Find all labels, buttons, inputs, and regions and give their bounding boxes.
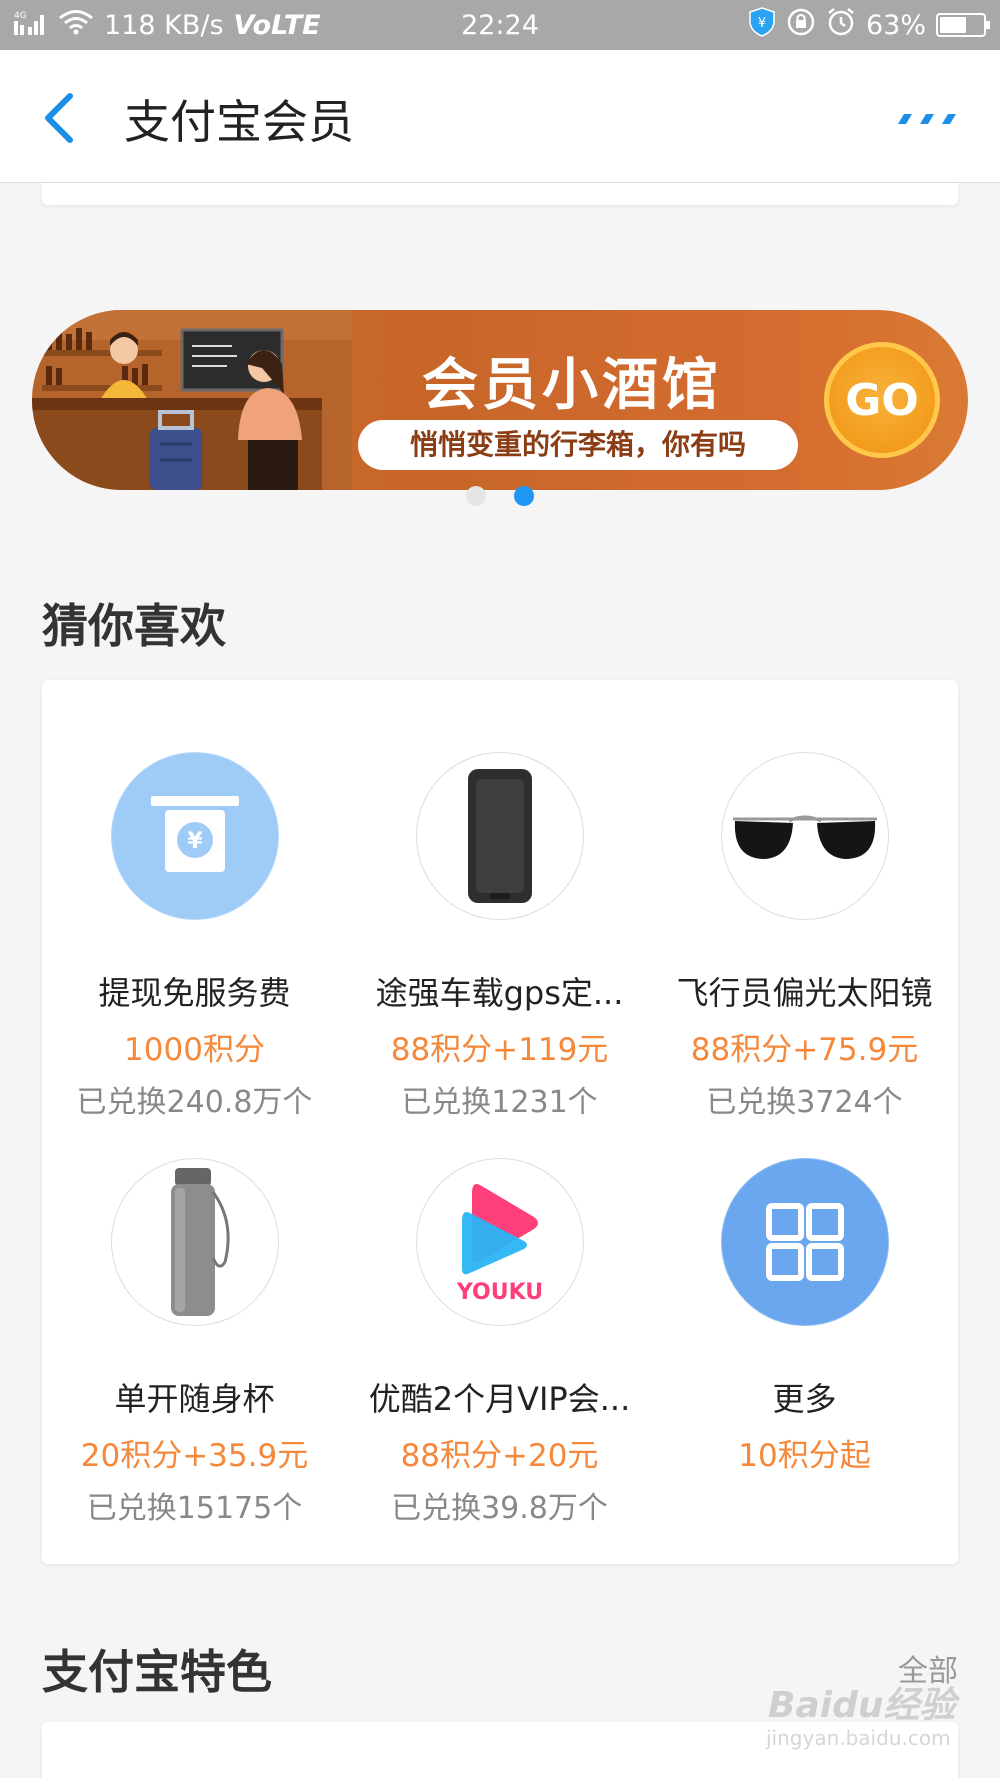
lock-rotation-icon [786, 7, 816, 44]
baidu-watermark: Baidu经验 [768, 1685, 956, 1726]
item-sold-count: 已兑换1231个 [401, 1085, 598, 1120]
watermark-url: jingyan.baidu.com [766, 1726, 951, 1750]
item-price: 1000积分 [124, 1032, 265, 1068]
battery-icon [936, 13, 990, 37]
more-button[interactable] [896, 106, 960, 130]
promo-banner[interactable]: 会员小酒馆 悄悄变重的行李箱，你有吗 GO [32, 310, 968, 490]
wifi-icon [58, 9, 94, 42]
item-price: 88积分+75.9元 [690, 1032, 919, 1068]
chevron-left-icon [45, 93, 73, 143]
network-speed: 118 KB/s [104, 9, 224, 41]
item-price: 10积分起 [738, 1438, 871, 1474]
item-sold-count: 已兑换3724个 [706, 1085, 903, 1120]
features-section-title: 支付宝特色 [42, 1645, 272, 1699]
tavern-illustration [32, 310, 352, 490]
item-name: 飞行员偏光太阳镜 [676, 974, 933, 1012]
nav-bar: 支付宝会员 [0, 50, 1000, 183]
go-button[interactable]: GO [824, 342, 940, 458]
banner-title: 会员小酒馆 [422, 353, 722, 418]
recommend-section-title: 猜你喜欢 [42, 599, 226, 653]
recommend-item[interactable]: YOUKU 优酷2个月VIP会... 88积分+20元 已兑换39.8万个 [347, 1158, 652, 1527]
svg-text:¥: ¥ [187, 829, 203, 854]
sunglasses-image [720, 752, 889, 920]
status-bar: 4G 118 KB/s VoLTE 22:24 ¥ 63% [0, 0, 1000, 50]
recommend-item[interactable]: 途强车载gps定... 88积分+119元 已兑换1231个 [347, 752, 652, 1121]
shield-icon: ¥ [748, 6, 776, 44]
previous-card-edge [42, 183, 958, 205]
item-sold-count: 已兑换15175个 [86, 1491, 303, 1526]
page-title: 支付宝会员 [124, 95, 354, 149]
item-name: 单开随身杯 [114, 1380, 275, 1418]
recommend-item[interactable]: ¥ 提现免服务费 1000积分 已兑换240.8万个 [42, 752, 347, 1121]
gps-tracker-image [415, 752, 584, 920]
youku-wordmark: YOUKU [455, 1280, 542, 1305]
water-bottle-image [110, 1158, 279, 1326]
item-name: 途强车载gps定... [375, 974, 624, 1012]
item-sold-count: 已兑换39.8万个 [391, 1491, 608, 1526]
recommend-card: ¥ 提现免服务费 1000积分 已兑换240.8万个 途强车载gps定... 8… [42, 680, 958, 1564]
pagination-dot-1[interactable] [466, 486, 486, 506]
more-icon [898, 114, 956, 124]
item-name: 更多 [772, 1380, 837, 1418]
volte-label: VoLTE [233, 9, 321, 41]
item-name: 提现免服务费 [98, 974, 291, 1012]
withdraw-icon: ¥ [110, 752, 279, 920]
pagination-dot-2[interactable] [514, 486, 534, 506]
banner-subtitle: 悄悄变重的行李箱，你有吗 [358, 420, 798, 470]
grid-icon [720, 1158, 889, 1326]
back-button[interactable] [40, 90, 80, 146]
status-left: 4G 118 KB/s VoLTE [14, 9, 321, 42]
recommend-grid: ¥ 提现免服务费 1000积分 已兑换240.8万个 途强车载gps定... 8… [42, 680, 958, 1564]
item-price: 88积分+20元 [400, 1438, 599, 1474]
status-right: ¥ 63% [748, 6, 990, 44]
youku-logo: YOUKU [415, 1158, 584, 1326]
recommend-item[interactable]: 单开随身杯 20积分+35.9元 已兑换15175个 [42, 1158, 347, 1527]
item-name: 优酷2个月VIP会... [368, 1380, 631, 1418]
recommend-item[interactable]: 飞行员偏光太阳镜 88积分+75.9元 已兑换3724个 [652, 752, 957, 1121]
item-price: 20积分+35.9元 [80, 1438, 309, 1474]
svg-text:¥: ¥ [758, 16, 766, 31]
more-item[interactable]: 更多 10积分起 [652, 1158, 957, 1475]
battery-percent: 63% [865, 9, 926, 41]
item-sold-count: 已兑换240.8万个 [76, 1085, 313, 1120]
network-type: 4G [14, 11, 27, 21]
banner-pagination [0, 486, 1000, 508]
battery-fill [940, 17, 967, 33]
signal-icon: 4G [14, 9, 48, 42]
item-price: 88积分+119元 [390, 1032, 609, 1068]
alarm-icon [826, 7, 856, 44]
